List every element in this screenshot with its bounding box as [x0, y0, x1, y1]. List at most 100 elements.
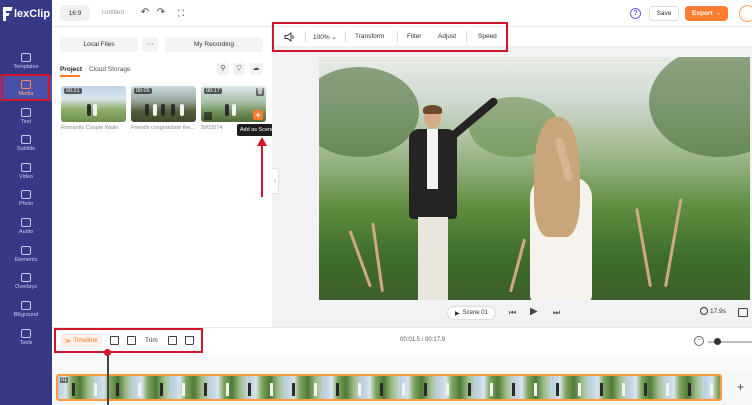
- next-icon[interactable]: ⏭: [553, 308, 560, 318]
- track-thumbnail-figure: [710, 383, 713, 396]
- sidebar-item-text[interactable]: Text: [0, 103, 52, 129]
- sidebar-item-label: Audio: [18, 228, 34, 235]
- fit-screen-icon[interactable]: [738, 308, 748, 317]
- add-track-button[interactable]: +: [737, 380, 744, 394]
- clock-icon: [700, 307, 708, 315]
- time-readout: 00:01.5 / 00:17.9: [400, 337, 446, 343]
- speed-button[interactable]: Speed: [478, 33, 497, 40]
- track-thumbnail-figure: [644, 383, 647, 396]
- zoom-dropdown[interactable]: 100% ⌄: [313, 33, 337, 41]
- track-thumbnail-figure: [666, 383, 669, 396]
- tab-cloud-storage[interactable]: Cloud Storage: [89, 66, 131, 73]
- track-number: 01: [60, 377, 69, 383]
- project-title[interactable]: Untitled: [102, 9, 124, 16]
- timeline-ruler: [52, 355, 752, 371]
- pampas-grass: [635, 207, 652, 288]
- undo-icon[interactable]: ↶: [140, 8, 150, 18]
- clip-duration: 00:05: [134, 88, 152, 94]
- logo-text: lexClip: [14, 8, 51, 20]
- pampas-grass: [348, 230, 372, 288]
- video-track-clip[interactable]: 01: [56, 374, 722, 401]
- sidebar-item-subtitle[interactable]: Subtitle: [0, 130, 52, 156]
- couple-figure: [232, 104, 236, 116]
- sidebar-item-elements[interactable]: Elements: [0, 241, 52, 267]
- toolbar-divider: [345, 31, 346, 42]
- media-clip-1[interactable]: 00:21: [61, 86, 126, 122]
- sidebar-item-bkground[interactable]: BKground: [0, 296, 52, 322]
- media-clip-3[interactable]: 00:17 🗑 +: [201, 86, 266, 122]
- sidebar-item-label: Photo: [18, 200, 34, 207]
- track-thumbnail-figure: [424, 383, 427, 396]
- delete-icon[interactable]: 🗑: [256, 88, 264, 96]
- sidebar-item-tools[interactable]: Tools: [0, 324, 52, 350]
- delete-icon[interactable]: [185, 336, 194, 345]
- pampas-grass: [664, 198, 683, 288]
- track-thumbnail-figure: [314, 383, 317, 396]
- duration-display[interactable]: 17.9s: [700, 307, 726, 315]
- fullscreen-icon[interactable]: ⛶: [176, 8, 186, 18]
- crowd-figure: [180, 104, 184, 116]
- my-recording-button[interactable]: My Recording: [165, 37, 263, 52]
- sidebar-item-audio[interactable]: Audio: [0, 213, 52, 239]
- sidebar-item-label: Subtitle: [16, 145, 36, 152]
- zoom-out-icon[interactable]: −: [694, 336, 704, 346]
- sidebar-item-media[interactable]: Media: [0, 75, 52, 101]
- track-thumbnail-figure: [160, 383, 163, 396]
- play-icon[interactable]: ▶: [530, 306, 538, 317]
- crowd-figure: [153, 104, 157, 116]
- sidebar-item-overlays[interactable]: Overlays: [0, 268, 52, 294]
- sidebar-item-label: Text: [20, 118, 32, 125]
- local-files-button[interactable]: Local Files: [60, 37, 138, 52]
- redo-icon[interactable]: ↷: [156, 8, 166, 18]
- sidebar-item-video[interactable]: Video: [0, 158, 52, 184]
- track-thumbnail-figure: [358, 383, 361, 396]
- top-bar: 16:9 Untitled ↶ ↷ ⛶ ? Save Export →: [52, 0, 752, 27]
- flexclip-logo[interactable]: lexClip: [3, 6, 50, 22]
- cloud-off-icon[interactable]: ☁: [250, 63, 262, 75]
- timeline-button[interactable]: ≫ Timeline: [60, 334, 102, 347]
- add-scene-icon[interactable]: [110, 336, 119, 345]
- tools-icon: [21, 328, 31, 338]
- playhead[interactable]: [107, 351, 109, 405]
- trim-button[interactable]: Trim: [145, 337, 158, 344]
- filter-button[interactable]: Filter: [407, 33, 421, 40]
- edit-toolbar: [272, 27, 752, 47]
- collapse-panel-handle[interactable]: ‹: [272, 168, 279, 194]
- sidebar-item-label: Overlays: [15, 283, 37, 290]
- search-icon[interactable]: ⚲: [217, 63, 229, 75]
- playhead-handle[interactable]: [104, 349, 111, 356]
- split-icon[interactable]: [127, 336, 136, 345]
- zoom-slider-knob[interactable]: [714, 338, 721, 345]
- elements-icon: [21, 245, 31, 255]
- overlays-icon: [21, 272, 31, 282]
- save-button[interactable]: Save: [649, 6, 679, 21]
- user-avatar[interactable]: [739, 5, 752, 22]
- aspect-ratio-button[interactable]: 16:9: [60, 5, 90, 21]
- track-thumbnail-figure: [116, 383, 119, 396]
- templates-icon: [21, 52, 31, 62]
- track-thumbnail-figure: [468, 383, 471, 396]
- add-as-scene-button[interactable]: +: [253, 110, 263, 120]
- adjust-button[interactable]: Adjust: [438, 33, 456, 40]
- sidebar-item-label: Templates: [13, 63, 39, 70]
- groom-figure: [404, 96, 500, 300]
- previous-icon[interactable]: ⏮: [509, 308, 516, 318]
- more-options-button[interactable]: ···: [142, 37, 158, 52]
- clip-duration: 00:21: [64, 88, 82, 94]
- help-icon[interactable]: ?: [630, 8, 641, 19]
- video-preview[interactable]: [319, 57, 750, 300]
- media-clip-2[interactable]: 00:05: [131, 86, 196, 122]
- transform-button[interactable]: Transform: [355, 33, 384, 40]
- tab-project[interactable]: Project: [60, 66, 82, 73]
- scene-selector[interactable]: ▶ Scene 01: [447, 306, 496, 320]
- sidebar-item-templates[interactable]: Templates: [0, 48, 52, 74]
- volume-icon[interactable]: [284, 32, 296, 42]
- sidebar-item-photo[interactable]: Photo: [0, 185, 52, 211]
- toolbar-divider: [397, 31, 398, 42]
- export-button[interactable]: Export →: [685, 6, 728, 21]
- clip-type-icon: [204, 112, 212, 120]
- filter-icon[interactable]: ▽: [233, 63, 245, 75]
- background-icon: [21, 300, 31, 310]
- duplicate-icon[interactable]: [168, 336, 177, 345]
- track-thumbnail-figure: [402, 383, 405, 396]
